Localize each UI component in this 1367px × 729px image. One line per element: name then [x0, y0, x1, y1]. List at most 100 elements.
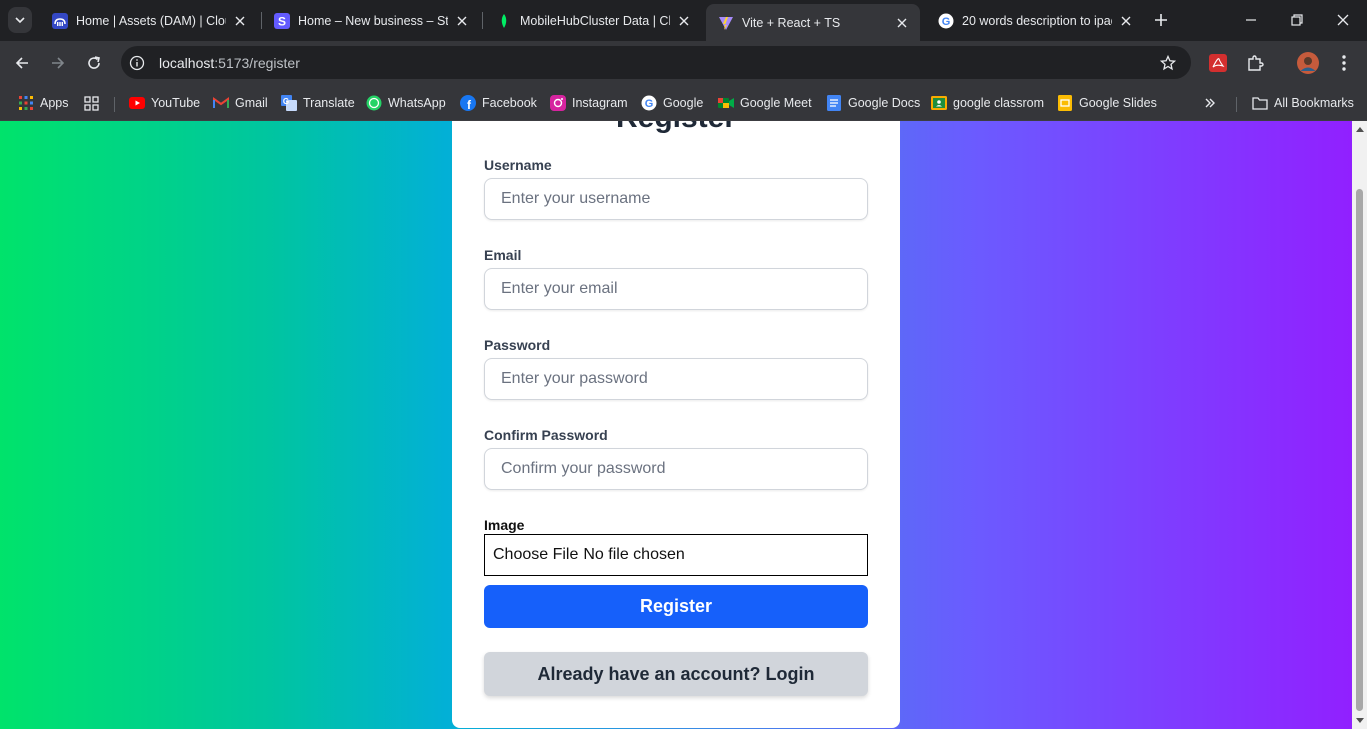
close-icon[interactable] [232, 13, 248, 29]
image-label: Image [484, 517, 525, 533]
scroll-down-icon[interactable] [1355, 716, 1364, 725]
site-info-icon[interactable] [123, 49, 151, 77]
scrollbar-thumb[interactable] [1356, 189, 1363, 711]
bookmark-gmail[interactable]: Gmail [213, 91, 268, 115]
facebook-icon: f [460, 95, 476, 111]
bookmark-label: Google Slides [1079, 96, 1157, 110]
bookmark-facebook[interactable]: f Facebook [460, 91, 537, 115]
close-icon[interactable] [1118, 13, 1134, 29]
choose-file-button[interactable]: Choose File [493, 546, 578, 564]
bookmark-google-slides[interactable]: Google Slides [1057, 91, 1157, 115]
restore-button[interactable] [1274, 0, 1320, 40]
bookmark-apps[interactable]: Apps [18, 91, 69, 115]
vite-icon [718, 15, 734, 31]
profile-avatar[interactable] [1294, 49, 1322, 77]
arrow-right-icon [52, 57, 65, 69]
bookmark-youtube[interactable]: YouTube [129, 91, 200, 115]
email-input[interactable] [484, 268, 868, 310]
page-viewport: Register Username Email Password Confirm… [0, 121, 1352, 729]
close-icon[interactable] [894, 15, 910, 31]
login-link-button[interactable]: Already have an account? Login [484, 652, 868, 696]
cloudinary-icon [52, 12, 68, 29]
double-chevron-right-icon [1205, 98, 1215, 108]
confirm-password-label: Confirm Password [484, 427, 608, 443]
extensions-puzzle-icon[interactable] [1241, 49, 1269, 77]
google-docs-icon [826, 95, 842, 111]
tab-google-search[interactable]: G 20 words description to ipad [926, 4, 1144, 37]
google-slides-icon [1057, 95, 1073, 111]
email-label: Email [484, 247, 522, 263]
username-label: Username [484, 157, 552, 173]
more-menu-icon[interactable] [1330, 49, 1358, 77]
close-icon[interactable] [676, 13, 692, 29]
google-icon: G [641, 95, 657, 111]
close-window-button[interactable] [1320, 0, 1366, 40]
url-path: :5173/register [214, 54, 300, 71]
translate-icon: G [281, 95, 297, 111]
bookmark-label: Facebook [482, 96, 537, 110]
bookmark-translate[interactable]: G Translate [281, 91, 355, 115]
svg-text:S: S [278, 14, 286, 28]
register-card: Register Username Email Password Confirm… [452, 121, 900, 728]
bookmark-label: Google [663, 96, 704, 110]
google-meet-icon [718, 95, 734, 111]
bookmark-label: YouTube [151, 96, 201, 110]
password-label: Password [484, 337, 551, 353]
tab-mongodb[interactable]: MobileHubCluster Data | Clo [484, 4, 702, 37]
chevron-down-icon [15, 17, 25, 24]
pdf-extension-icon[interactable] [1204, 49, 1232, 77]
bookmark-google-classroom[interactable]: google classrom [931, 91, 1044, 115]
bookmarks-bar: Apps YouTube Gmail G Translate WhatsApp … [0, 86, 1367, 121]
svg-text:G: G [942, 16, 951, 28]
tab-search-button[interactable] [8, 7, 32, 33]
reload-icon [88, 56, 100, 69]
bookmarks-overflow-button[interactable] [1204, 91, 1216, 115]
url-host: localhost [159, 54, 215, 71]
bookmark-label: WhatsApp [388, 96, 446, 110]
bookmark-label: Gmail [235, 96, 268, 110]
all-bookmarks-button[interactable]: All Bookmarks [1252, 91, 1354, 115]
url-text: localhost:5173/register [159, 55, 1153, 71]
confirm-password-input[interactable] [484, 448, 868, 490]
tab-cloudinary[interactable]: Home | Assets (DAM) | Cloud [40, 4, 258, 37]
browser-toolbar: localhost:5173/register [0, 41, 1367, 86]
bookmark-instagram[interactable]: Instagram [550, 91, 628, 115]
minimize-button[interactable] [1228, 0, 1274, 40]
vertical-scrollbar[interactable] [1352, 121, 1367, 729]
restore-icon [1291, 14, 1303, 26]
back-button[interactable] [7, 48, 37, 78]
tab-title: Vite + React + TS [742, 15, 841, 30]
tab-strip: Home | Assets (DAM) | Cloud S Home – New… [0, 0, 1367, 41]
tab-stripe[interactable]: S Home – New business – Strip [262, 4, 480, 37]
svg-text:G: G [645, 98, 654, 110]
new-tab-button[interactable] [1150, 9, 1172, 31]
close-icon [1337, 14, 1349, 26]
scroll-up-icon[interactable] [1355, 124, 1364, 133]
reload-button[interactable] [79, 48, 109, 78]
bookmark-star-icon[interactable] [1153, 48, 1183, 78]
password-input[interactable] [484, 358, 868, 400]
all-bookmarks-label: All Bookmarks [1274, 96, 1354, 110]
bookmark-grid[interactable] [83, 91, 105, 115]
stripe-icon: S [274, 12, 290, 29]
gmail-icon [213, 95, 229, 111]
username-input[interactable] [484, 178, 868, 220]
file-status-text: No file chosen [583, 546, 685, 563]
bookmark-label: Google Docs [848, 96, 921, 110]
tab-title: 20 words description to ipad [962, 13, 1112, 28]
bookmark-google[interactable]: G Google [641, 91, 703, 115]
bookmark-whatsapp[interactable]: WhatsApp [366, 91, 446, 115]
register-button[interactable]: Register [484, 585, 868, 628]
tab-title: Home – New business – Strip [298, 13, 448, 28]
bookmark-google-meet[interactable]: Google Meet [718, 91, 812, 115]
plus-icon [1155, 14, 1167, 26]
tab-vite-active[interactable]: Vite + React + TS [706, 4, 920, 41]
instagram-icon [550, 95, 566, 111]
bookmark-google-docs[interactable]: Google Docs [826, 91, 920, 115]
close-icon[interactable] [454, 13, 470, 29]
minimize-icon [1246, 19, 1256, 21]
forward-button[interactable] [43, 48, 73, 78]
whatsapp-icon [366, 95, 382, 111]
image-file-input[interactable]: Choose File No file chosen [484, 534, 868, 576]
address-bar[interactable]: localhost:5173/register [121, 46, 1191, 79]
